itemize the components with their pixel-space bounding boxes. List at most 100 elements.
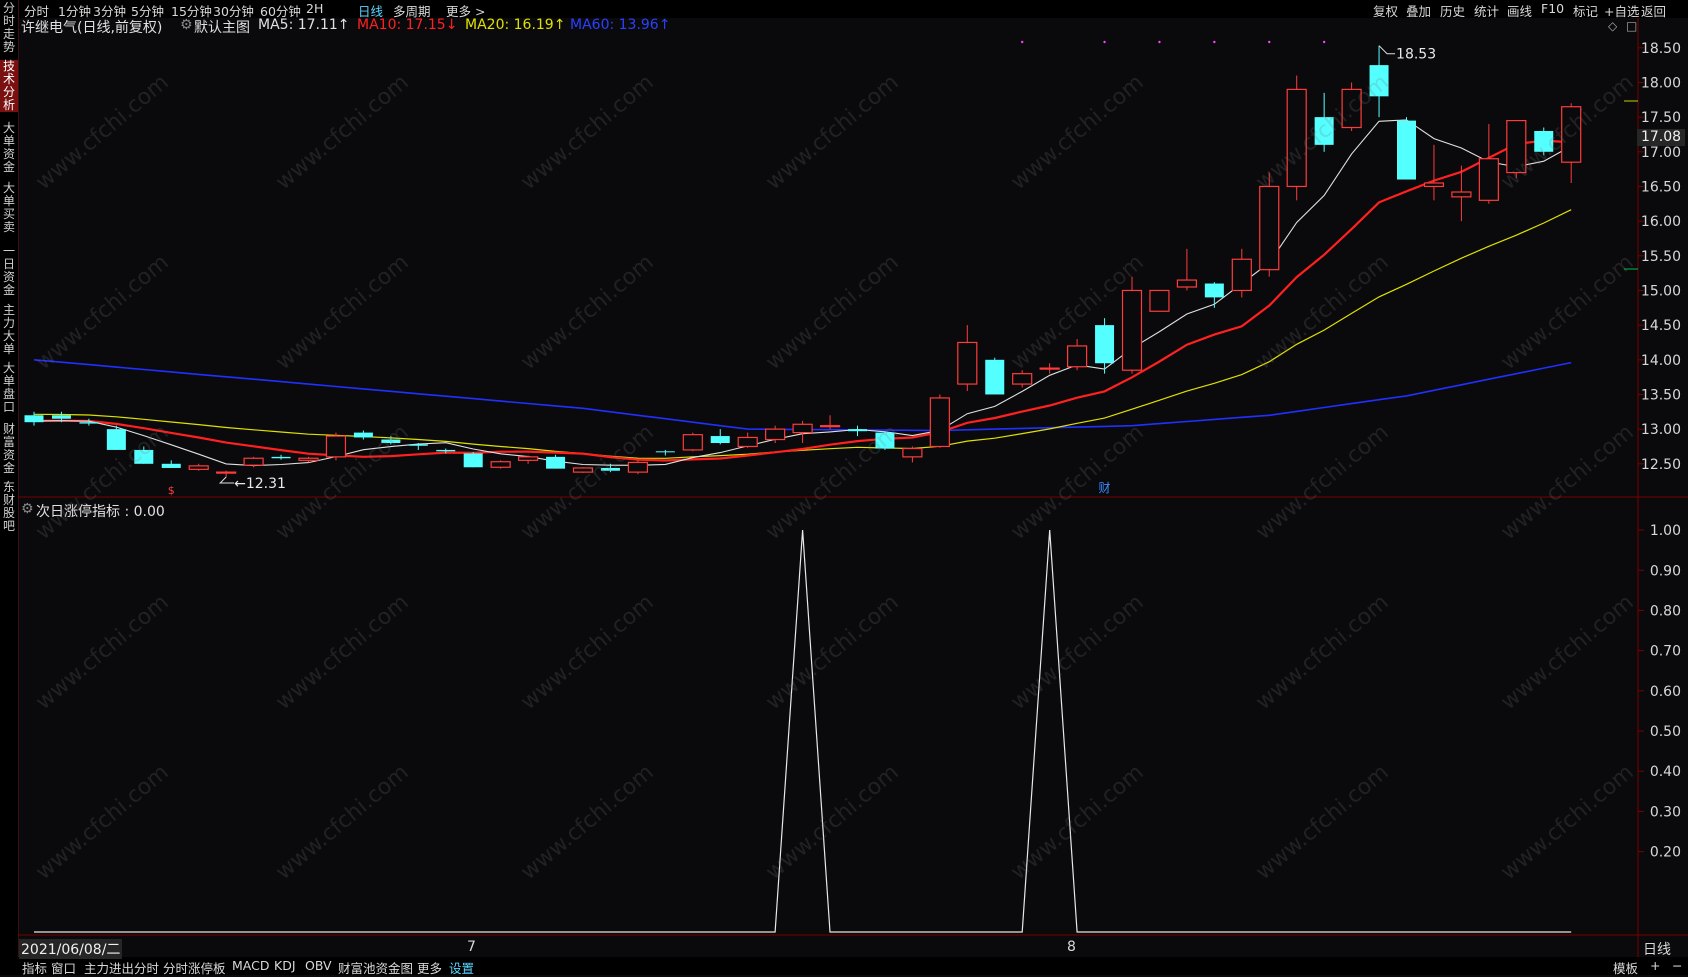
signal-dot: [1322, 40, 1326, 44]
indicator-tab-7[interactable]: 财富池资金图: [338, 958, 413, 977]
indicator-tab-5[interactable]: KDJ: [274, 958, 296, 973]
bottom-right-button-1[interactable]: +: [1650, 958, 1660, 973]
price-axis-label: 15.00: [1641, 283, 1681, 299]
signal-dot: [1103, 40, 1106, 44]
candle-body: [572, 467, 594, 473]
price-axis-label: 13.00: [1641, 422, 1681, 438]
settings-gear-icon[interactable]: ⚙: [180, 17, 193, 33]
candle-body: [381, 439, 401, 443]
kline-chart[interactable]: 18.50 18.00 17.50 17.00 16.50 16.00 15.50 15.00…: [0, 0, 1688, 975]
candle-body: [1423, 182, 1445, 188]
price-axis-label: 17.00: [1641, 145, 1681, 161]
candle-body: [957, 341, 978, 385]
candle-body: [1039, 367, 1060, 370]
date-axis-month-7: 7: [467, 939, 476, 955]
candle-body: [1066, 345, 1088, 368]
ma5-line: [33, 119, 1572, 467]
indicator-tab-6[interactable]: OBV: [305, 958, 332, 973]
candle-body: [353, 432, 373, 438]
candle-body: [627, 461, 649, 473]
candle-body: [1095, 325, 1115, 364]
candle-body: [792, 423, 813, 434]
candle-body: [929, 397, 950, 448]
indicator-line: [34, 530, 1572, 933]
indicator-axis-label: 0.60: [1650, 684, 1681, 700]
candle-body: [1176, 279, 1198, 288]
candle-body: [436, 449, 456, 452]
price-axis-label: 18.00: [1641, 75, 1681, 91]
indicator-tab-4[interactable]: MACD: [232, 958, 269, 973]
diamond-icon[interactable]: ◇: [1608, 19, 1617, 33]
indicator-tabs-bar: 指标 窗口 主力进出分时 分时涨停板 MACD KDJ OBV 财富池资金图 更多 设置 模板 + −: [0, 957, 1688, 977]
indicator-gear-icon[interactable]: ⚙: [21, 501, 34, 517]
price-axis-label: 13.50: [1641, 387, 1681, 403]
square-icon[interactable]: □: [1626, 19, 1637, 33]
candle-body: [819, 425, 841, 428]
bottom-right-button-2[interactable]: −: [1672, 958, 1682, 973]
indicator-tab-3[interactable]: 分时涨停板: [163, 958, 226, 977]
indicator-axis-label: 0.50: [1650, 724, 1681, 740]
candle-body: [1012, 373, 1033, 385]
candle-body: [1341, 88, 1362, 129]
candle-body: [490, 461, 511, 468]
date-axis-start: 2021/06/08/二: [19, 939, 123, 959]
price-axis-label: 12.50: [1641, 457, 1681, 473]
low-pointer: [218, 476, 235, 484]
ma10-value: MA10: 17.15↓: [357, 17, 458, 33]
candle-body: [463, 453, 483, 468]
candle-body: [737, 436, 758, 448]
candle-body: [408, 444, 428, 446]
candle-body: [216, 471, 237, 474]
candle-body: [161, 463, 181, 468]
indicator-axis-label: 0.30: [1650, 804, 1681, 820]
candle-body: [1121, 289, 1143, 371]
signal-dot: [1021, 40, 1024, 44]
period-label: 日线: [1643, 942, 1671, 958]
price-axis-label: 14.00: [1641, 353, 1681, 369]
ma60-value: MA60: 13.96↑: [570, 17, 671, 33]
candle-body: [1506, 119, 1527, 174]
signal-dot: [1158, 40, 1161, 44]
candle-body: [271, 456, 291, 459]
price-axis-label: 15.50: [1641, 249, 1681, 265]
ma20-value: MA20: 16.19↑: [465, 17, 566, 33]
high-price-label: 18.53: [1396, 47, 1436, 63]
dollar-marker: $: [168, 484, 175, 497]
indicator-tab-8[interactable]: 更多: [417, 958, 442, 977]
candle-body: [298, 457, 319, 461]
candle-body: [1231, 258, 1252, 292]
indicator-tab-1[interactable]: 窗口: [51, 958, 76, 977]
candle-body: [243, 457, 264, 466]
candle-body: [546, 456, 566, 469]
signal-dot: [1268, 40, 1271, 44]
indicator-tab-9[interactable]: 设置: [449, 958, 474, 977]
price-axis-label: 18.50: [1641, 41, 1681, 57]
indicator-axis-label: 0.90: [1650, 563, 1681, 579]
candle-body: [682, 434, 703, 451]
indicator-axis-label: 0.40: [1650, 764, 1681, 780]
low-price-label: ←12.31: [234, 476, 286, 492]
indicator-label: 次日涨停指标 : 0.00: [36, 504, 165, 520]
candle-body: [1561, 106, 1582, 163]
price-axis-label: 16.00: [1641, 214, 1681, 230]
candle-body: [1204, 283, 1224, 298]
indicator-axis-label: 1.00: [1650, 523, 1681, 539]
indicator-axis-label: 0.80: [1650, 603, 1681, 619]
candle-body: [188, 465, 209, 470]
candle-body: [1149, 289, 1170, 312]
indicator-tab-2[interactable]: 主力进出分时: [84, 958, 159, 977]
ma5-value: MA5: 17.11↑: [258, 17, 350, 33]
main-chart-label[interactable]: 默认主图: [194, 17, 250, 37]
candle-body: [875, 432, 895, 449]
candle-body: [765, 428, 786, 441]
indicator-tab-0[interactable]: 指标: [22, 958, 47, 977]
candle-body: [1478, 158, 1499, 201]
high-pointer: [1378, 45, 1396, 55]
candle-body: [24, 415, 44, 423]
ma10-line: [33, 139, 1572, 462]
indicator-axis-label: 0.70: [1650, 644, 1681, 660]
candle-body: [1369, 65, 1389, 97]
candle-body: [848, 429, 867, 432]
bottom-right-button-0[interactable]: 模板: [1613, 958, 1638, 977]
candle-body: [325, 435, 347, 458]
